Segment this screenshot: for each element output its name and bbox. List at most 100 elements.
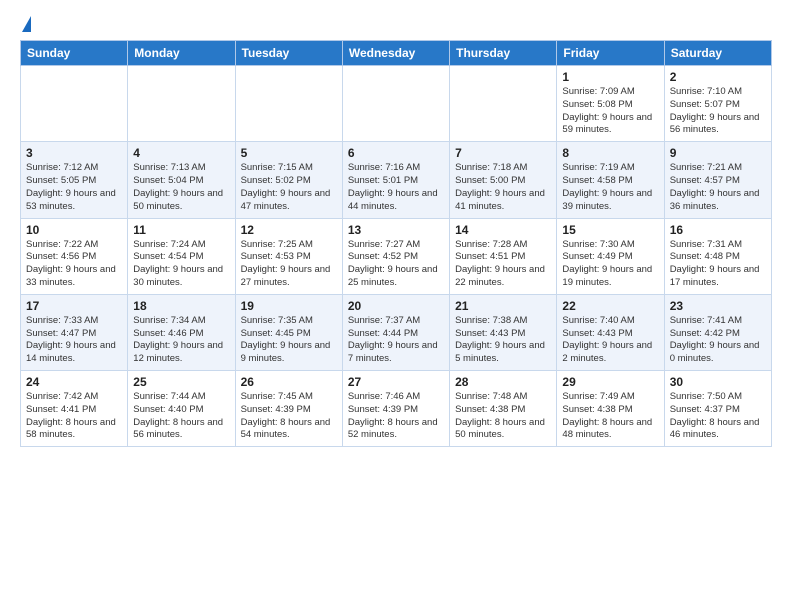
calendar-cell: 17 Sunrise: 7:33 AMSunset: 4:47 PMDayligh… [21, 294, 128, 370]
calendar-cell: 8Sunrise: 7:19 AMSunset: 4:58 PMDaylight… [557, 142, 664, 218]
day-number: 18 [133, 299, 229, 313]
calendar-cell: 27Sunrise: 7:46 AMSunset: 4:39 PMDayligh… [342, 371, 449, 447]
weekday-header: Thursday [450, 41, 557, 66]
day-number: 2 [670, 70, 766, 84]
day-number: 24 [26, 375, 122, 389]
day-info: Sunrise: 7:25 AMSunset: 4:53 PMDaylight:… [241, 239, 337, 290]
calendar-cell: 5Sunrise: 7:15 AMSunset: 5:02 PMDaylight… [235, 142, 342, 218]
day-number: 30 [670, 375, 766, 389]
calendar-cell [128, 66, 235, 142]
day-number: 10 [26, 223, 122, 237]
day-number: 26 [241, 375, 337, 389]
day-info: Sunrise: 7:37 AMSunset: 4:44 PMDaylight:… [348, 315, 444, 366]
day-info: Sunrise: 7:48 AMSunset: 4:38 PMDaylight:… [455, 391, 551, 442]
day-info: Sunrise: 7:27 AMSunset: 4:52 PMDaylight:… [348, 239, 444, 290]
day-number: 25 [133, 375, 229, 389]
day-info: Sunrise: 7:31 AMSunset: 4:48 PMDaylight:… [670, 239, 766, 290]
day-info: Sunrise: 7:12 AMSunset: 5:05 PMDaylight:… [26, 162, 122, 213]
day-info: Sunrise: 7:34 AMSunset: 4:46 PMDaylight:… [133, 315, 229, 366]
calendar-row: 24 Sunrise: 7:42 AMSunset: 4:41 PMDayligh… [21, 371, 772, 447]
weekday-header: Sunday [21, 41, 128, 66]
calendar-cell: 18 Sunrise: 7:34 AMSunset: 4:46 PMDayligh… [128, 294, 235, 370]
calendar-cell: 28 Sunrise: 7:48 AMSunset: 4:38 PMDayligh… [450, 371, 557, 447]
day-info: Sunrise: 7:18 AMSunset: 5:00 PMDaylight:… [455, 162, 551, 213]
day-number: 20 [348, 299, 444, 313]
day-info: Sunrise: 7:13 AMSunset: 5:04 PMDaylight:… [133, 162, 229, 213]
day-number: 11 [133, 223, 229, 237]
calendar-cell: 25 Sunrise: 7:44 AMSunset: 4:40 PMDayligh… [128, 371, 235, 447]
calendar-cell: 22 Sunrise: 7:40 AMSunset: 4:43 PMDayligh… [557, 294, 664, 370]
day-number: 13 [348, 223, 444, 237]
weekday-header: Friday [557, 41, 664, 66]
day-info: Sunrise: 7:16 AMSunset: 5:01 PMDaylight:… [348, 162, 444, 213]
calendar-row: 1 Sunrise: 7:09 AMSunset: 5:08 PMDaylight… [21, 66, 772, 142]
day-number: 1 [562, 70, 658, 84]
calendar-cell: 2Sunrise: 7:10 AMSunset: 5:07 PMDaylight… [664, 66, 771, 142]
day-number: 29 [562, 375, 658, 389]
calendar-cell: 21Sunrise: 7:38 AMSunset: 4:43 PMDayligh… [450, 294, 557, 370]
day-number: 3 [26, 146, 122, 160]
calendar-cell: 4 Sunrise: 7:13 AMSunset: 5:04 PMDaylight… [128, 142, 235, 218]
calendar-cell: 3 Sunrise: 7:12 AMSunset: 5:05 PMDaylight… [21, 142, 128, 218]
day-info: Sunrise: 7:15 AMSunset: 5:02 PMDaylight:… [241, 162, 337, 213]
calendar-row: 10Sunrise: 7:22 AMSunset: 4:56 PMDayligh… [21, 218, 772, 294]
calendar-cell: 12Sunrise: 7:25 AMSunset: 4:53 PMDayligh… [235, 218, 342, 294]
day-info: Sunrise: 7:19 AMSunset: 4:58 PMDaylight:… [562, 162, 658, 213]
header [20, 16, 772, 34]
calendar-cell: 26 Sunrise: 7:45 AMSunset: 4:39 PMDayligh… [235, 371, 342, 447]
calendar-cell [342, 66, 449, 142]
day-number: 19 [241, 299, 337, 313]
day-number: 23 [670, 299, 766, 313]
weekday-header: Monday [128, 41, 235, 66]
weekday-header: Tuesday [235, 41, 342, 66]
calendar-cell: 29Sunrise: 7:49 AMSunset: 4:38 PMDayligh… [557, 371, 664, 447]
day-number: 22 [562, 299, 658, 313]
calendar-cell: 16Sunrise: 7:31 AMSunset: 4:48 PMDayligh… [664, 218, 771, 294]
calendar-cell: 19 Sunrise: 7:35 AMSunset: 4:45 PMDayligh… [235, 294, 342, 370]
calendar-cell: 24 Sunrise: 7:42 AMSunset: 4:41 PMDayligh… [21, 371, 128, 447]
day-number: 28 [455, 375, 551, 389]
day-number: 6 [348, 146, 444, 160]
calendar-cell: 30 Sunrise: 7:50 AMSunset: 4:37 PMDayligh… [664, 371, 771, 447]
weekday-header: Saturday [664, 41, 771, 66]
calendar-cell: 13 Sunrise: 7:27 AMSunset: 4:52 PMDayligh… [342, 218, 449, 294]
day-info: Sunrise: 7:30 AMSunset: 4:49 PMDaylight:… [562, 239, 658, 290]
day-info: Sunrise: 7:33 AMSunset: 4:47 PMDaylight:… [26, 315, 122, 366]
calendar-cell: 23Sunrise: 7:41 AMSunset: 4:42 PMDayligh… [664, 294, 771, 370]
logo-triangle-icon [22, 16, 31, 32]
calendar-cell: 11 Sunrise: 7:24 AMSunset: 4:54 PMDayligh… [128, 218, 235, 294]
day-info: Sunrise: 7:28 AMSunset: 4:51 PMDaylight:… [455, 239, 551, 290]
calendar-cell: 10Sunrise: 7:22 AMSunset: 4:56 PMDayligh… [21, 218, 128, 294]
calendar-cell: 9Sunrise: 7:21 AMSunset: 4:57 PMDaylight… [664, 142, 771, 218]
day-info: Sunrise: 7:21 AMSunset: 4:57 PMDaylight:… [670, 162, 766, 213]
day-info: Sunrise: 7:44 AMSunset: 4:40 PMDaylight:… [133, 391, 229, 442]
day-number: 27 [348, 375, 444, 389]
calendar-cell: 20 Sunrise: 7:37 AMSunset: 4:44 PMDayligh… [342, 294, 449, 370]
page: SundayMondayTuesdayWednesdayThursdayFrid… [0, 0, 792, 459]
calendar-cell [450, 66, 557, 142]
weekday-header: Wednesday [342, 41, 449, 66]
day-info: Sunrise: 7:40 AMSunset: 4:43 PMDaylight:… [562, 315, 658, 366]
day-info: Sunrise: 7:35 AMSunset: 4:45 PMDaylight:… [241, 315, 337, 366]
day-number: 15 [562, 223, 658, 237]
day-info: Sunrise: 7:38 AMSunset: 4:43 PMDaylight:… [455, 315, 551, 366]
day-info: Sunrise: 7:24 AMSunset: 4:54 PMDaylight:… [133, 239, 229, 290]
calendar-row: 17 Sunrise: 7:33 AMSunset: 4:47 PMDayligh… [21, 294, 772, 370]
day-info: Sunrise: 7:50 AMSunset: 4:37 PMDaylight:… [670, 391, 766, 442]
calendar-row: 3 Sunrise: 7:12 AMSunset: 5:05 PMDaylight… [21, 142, 772, 218]
day-number: 14 [455, 223, 551, 237]
calendar-cell: 1 Sunrise: 7:09 AMSunset: 5:08 PMDaylight… [557, 66, 664, 142]
day-info: Sunrise: 7:45 AMSunset: 4:39 PMDaylight:… [241, 391, 337, 442]
calendar-cell: 15 Sunrise: 7:30 AMSunset: 4:49 PMDayligh… [557, 218, 664, 294]
calendar-cell: 7 Sunrise: 7:18 AMSunset: 5:00 PMDaylight… [450, 142, 557, 218]
day-number: 4 [133, 146, 229, 160]
calendar-cell [235, 66, 342, 142]
logo [20, 16, 31, 34]
day-info: Sunrise: 7:42 AMSunset: 4:41 PMDaylight:… [26, 391, 122, 442]
calendar-cell: 6 Sunrise: 7:16 AMSunset: 5:01 PMDaylight… [342, 142, 449, 218]
header-row: SundayMondayTuesdayWednesdayThursdayFrid… [21, 41, 772, 66]
day-number: 7 [455, 146, 551, 160]
day-info: Sunrise: 7:09 AMSunset: 5:08 PMDaylight:… [562, 86, 658, 137]
day-number: 17 [26, 299, 122, 313]
calendar-table: SundayMondayTuesdayWednesdayThursdayFrid… [20, 40, 772, 447]
